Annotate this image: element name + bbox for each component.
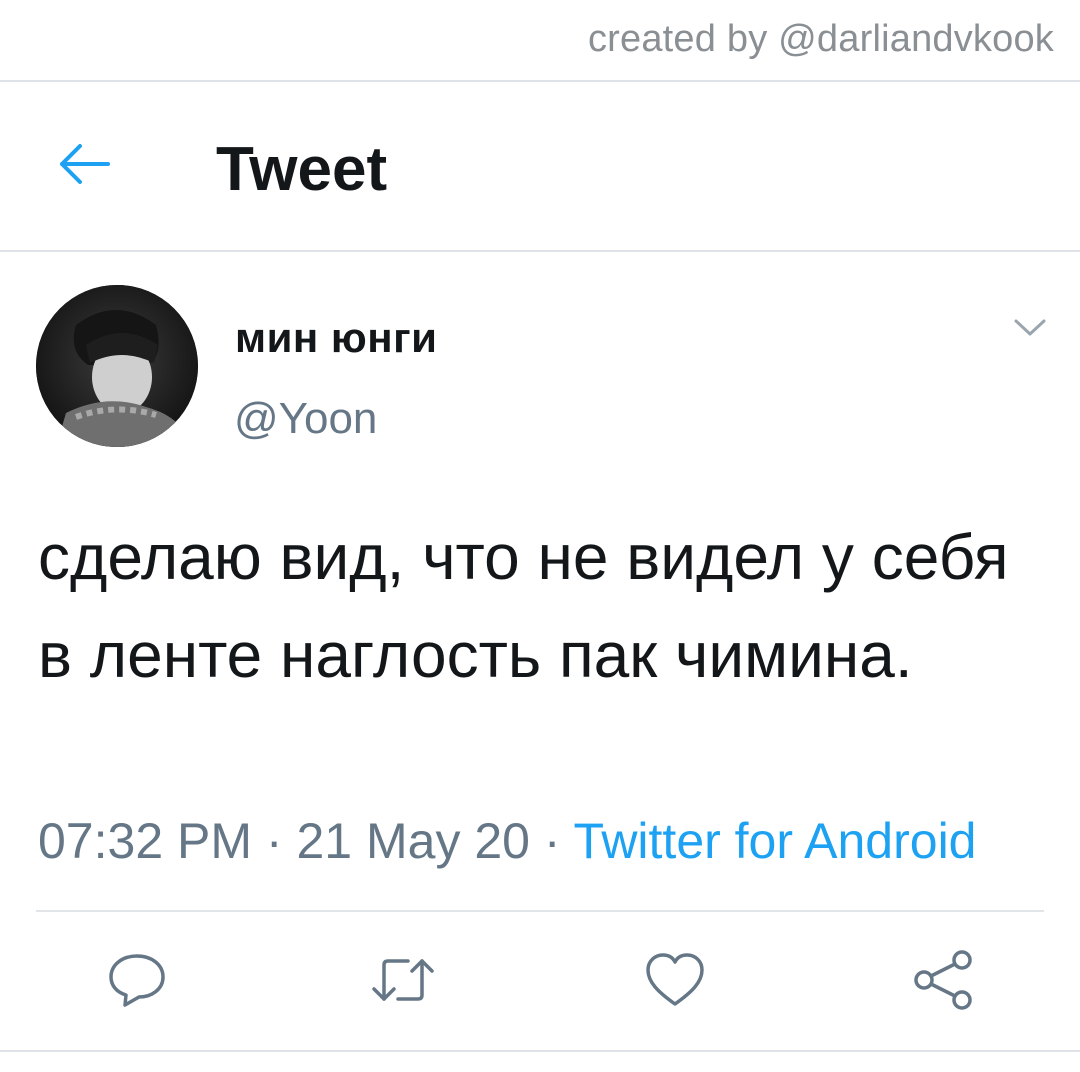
- tweet-date: 21 May 20: [296, 813, 530, 869]
- page-title: Tweet: [216, 135, 388, 204]
- top-app-bar: Tweet: [0, 82, 1080, 250]
- reply-button[interactable]: [102, 945, 172, 1015]
- divider: [0, 1050, 1080, 1052]
- share-button[interactable]: [908, 945, 978, 1015]
- tweet-time: 07:32 PM: [38, 813, 253, 869]
- meta-separator: ·: [543, 813, 561, 869]
- share-icon: [914, 950, 972, 1010]
- arrow-left-icon: [60, 144, 110, 184]
- back-button[interactable]: [54, 134, 114, 194]
- display-name[interactable]: мин юнги: [235, 314, 437, 362]
- reply-icon: [109, 954, 165, 1007]
- profile-photo: [36, 285, 198, 447]
- like-icon: [646, 953, 704, 1006]
- chevron-down-icon: [1014, 319, 1046, 336]
- meta-separator: ·: [265, 813, 283, 869]
- watermark-credit: created by @darliandvkook: [587, 18, 1054, 60]
- tweet-text: сделаю вид, что не видел у себя в ленте …: [38, 521, 1009, 691]
- retweet-button[interactable]: [368, 945, 438, 1015]
- more-options-button[interactable]: [1008, 310, 1052, 346]
- tweet-source-link[interactable]: Twitter for Android: [574, 813, 977, 869]
- divider: [0, 250, 1080, 252]
- retweet-icon: [372, 959, 434, 1001]
- avatar[interactable]: [36, 285, 198, 447]
- like-button[interactable]: [640, 945, 710, 1015]
- user-handle[interactable]: @Yoon: [234, 394, 377, 444]
- divider: [36, 910, 1044, 912]
- tweet-metadata: 07:32 PM · 21 May 20 · Twitter for Andro…: [38, 812, 977, 870]
